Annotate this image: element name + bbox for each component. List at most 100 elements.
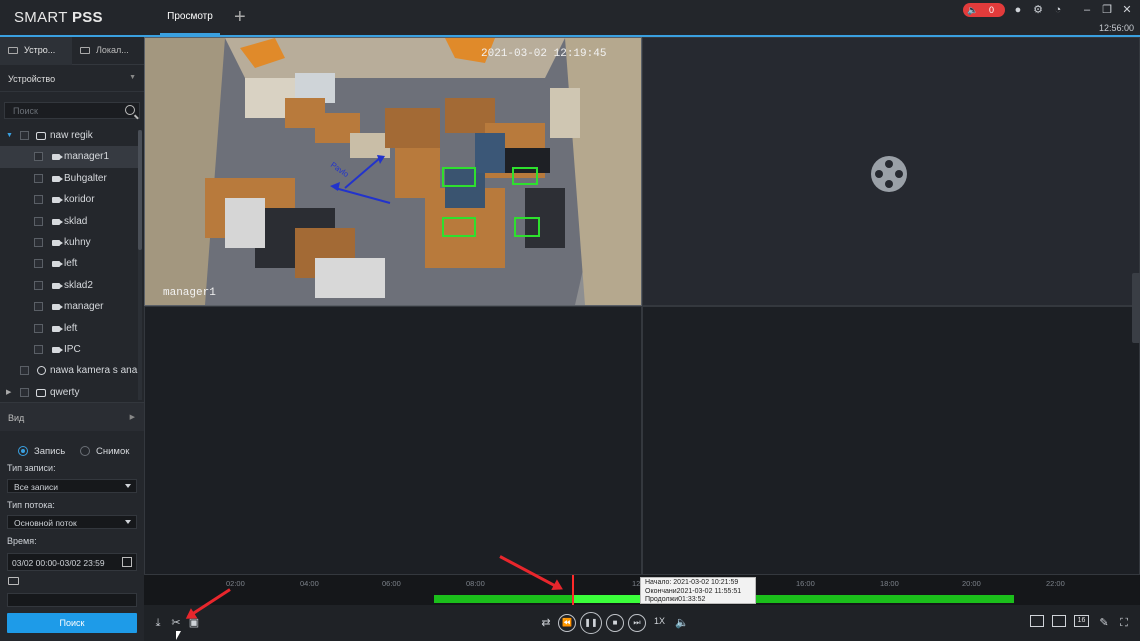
tree-camera-manager[interactable]: manager xyxy=(0,296,138,317)
checkbox[interactable] xyxy=(34,237,43,247)
alarm-badge[interactable]: 🔈 0 xyxy=(963,3,1005,17)
tick-label: 02:00 xyxy=(226,579,245,588)
close-icon[interactable]: ✕ xyxy=(1121,4,1133,16)
playback-timeline[interactable]: 02:00 04:00 06:00 08:00 12: 16:00 18:00 … xyxy=(144,575,1140,605)
tab-local[interactable]: Локал... xyxy=(72,37,144,65)
record-type-label: Тип записи: xyxy=(7,463,56,473)
video-grid: Pavlo 2021-03-02 12:19:45 manager1 xyxy=(144,37,1140,575)
recording-segment[interactable] xyxy=(756,595,1014,603)
tree-camera-left-2[interactable]: left xyxy=(0,318,138,339)
mouse-cursor xyxy=(176,631,181,640)
scissors-icon[interactable]: ✂ xyxy=(166,613,186,633)
rewind-button[interactable]: ⏪ xyxy=(558,614,576,632)
split-16-icon[interactable]: 16 xyxy=(1074,615,1089,627)
video-cell-4[interactable] xyxy=(642,306,1140,575)
camera-icon xyxy=(52,282,63,289)
record-type-select[interactable]: Все записи xyxy=(7,479,137,493)
extra-field[interactable] xyxy=(7,593,137,607)
chevron-down-icon: ▼ xyxy=(129,74,136,81)
radio-dot xyxy=(18,446,28,456)
chevron-down-icon xyxy=(125,484,131,488)
video-cell-3[interactable] xyxy=(144,306,642,575)
download-icon[interactable]: ⤓ xyxy=(148,613,168,633)
tree-scrollbar[interactable] xyxy=(138,130,142,400)
device-header[interactable]: Устройство ▼ xyxy=(0,65,144,92)
camera-icon xyxy=(52,325,63,332)
collapse-icon[interactable]: ▶ xyxy=(6,382,11,397)
checkbox[interactable] xyxy=(34,344,43,354)
checkbox[interactable] xyxy=(34,173,43,183)
checkbox[interactable] xyxy=(34,259,43,269)
calendar-icon[interactable] xyxy=(122,557,132,567)
storage-icon[interactable] xyxy=(8,577,19,585)
radio-record[interactable]: Запись xyxy=(18,446,65,457)
edit-icon[interactable]: ✎ xyxy=(1094,613,1114,633)
volume-icon[interactable]: 🔈 xyxy=(672,613,692,633)
pause-button[interactable]: ❚❚ xyxy=(580,612,602,634)
tree-device-qwerty[interactable]: ▶ qwerty xyxy=(0,382,138,397)
tree-camera-buhgalter[interactable]: Buhgalter xyxy=(0,168,138,189)
recording-segment-highlight[interactable] xyxy=(574,595,640,603)
segment-tooltip: Начало: 2021-03-02 10:21:59 Окончани2021… xyxy=(640,577,756,604)
checkbox[interactable] xyxy=(34,323,43,333)
stop-button[interactable]: ■ xyxy=(606,614,624,632)
tree-camera-ipc[interactable]: IPC xyxy=(0,339,138,360)
checkbox[interactable] xyxy=(20,131,29,140)
tick-label: 22:00 xyxy=(1046,579,1065,588)
sync-icon[interactable]: ⇄ xyxy=(536,613,556,633)
device-tree: ▼ naw regik manager1 Buhgalter koridor s… xyxy=(0,125,138,397)
tab-devices[interactable]: Устро... xyxy=(0,37,72,65)
expand-icon[interactable]: ▼ xyxy=(6,125,13,146)
video-cell-1[interactable]: Pavlo 2021-03-02 12:19:45 manager1 xyxy=(144,37,642,306)
tree-camera-koridor[interactable]: koridor xyxy=(0,189,138,210)
search-button[interactable]: Поиск xyxy=(7,613,137,633)
tree-camera-sklad[interactable]: sklad xyxy=(0,211,138,232)
checkbox[interactable] xyxy=(34,280,43,290)
restore-icon[interactable]: ❐ xyxy=(1101,4,1113,16)
tab-live-view[interactable]: Просмотр xyxy=(160,0,220,35)
checkbox[interactable] xyxy=(34,195,43,205)
tree-camera-manager1[interactable]: manager1 xyxy=(0,146,138,168)
camera-icon xyxy=(52,218,63,225)
checkbox[interactable] xyxy=(34,216,43,226)
tree-camera-kuhny[interactable]: kuhny xyxy=(0,232,138,253)
camera-icon xyxy=(52,261,63,268)
tick-label: 20:00 xyxy=(962,579,981,588)
radio-snapshot[interactable]: Снимок xyxy=(80,446,129,457)
split-4-icon[interactable] xyxy=(1030,615,1044,627)
tree-camera-left[interactable]: left xyxy=(0,253,138,274)
fullscreen-icon[interactable]: ⛶ xyxy=(1114,613,1134,633)
checkbox[interactable] xyxy=(20,387,29,397)
chevron-down-icon xyxy=(125,520,131,524)
recording-segment[interactable] xyxy=(434,595,574,603)
search-input[interactable]: Поиск xyxy=(4,102,140,119)
split-9-icon[interactable] xyxy=(1052,615,1066,627)
minimize-icon[interactable]: – xyxy=(1081,4,1093,16)
tick-label: 16:00 xyxy=(796,579,815,588)
timestamp-overlay: 2021-03-02 12:19:45 xyxy=(481,48,607,60)
dvr-icon xyxy=(36,132,46,140)
time-range-field[interactable]: 03/02 00:00-03/02 23:59 xyxy=(7,553,137,571)
search-icon[interactable] xyxy=(125,105,135,115)
tree-camera-sklad2[interactable]: sklad2 xyxy=(0,275,138,296)
stream-type-select[interactable]: Основной поток xyxy=(7,515,137,529)
video-cell-2[interactable] xyxy=(642,37,1140,306)
speaker-icon: 🔈 xyxy=(967,5,979,15)
user-icon[interactable]: ● xyxy=(1012,4,1024,16)
tree-device-naw-regik[interactable]: ▼ naw regik xyxy=(0,125,138,146)
side-panel-handle[interactable] xyxy=(1132,273,1140,343)
checkbox[interactable] xyxy=(34,152,43,162)
add-tab-button[interactable]: + xyxy=(234,7,246,27)
timeline-cursor[interactable] xyxy=(572,575,574,605)
gauge-icon[interactable]: ◔ xyxy=(1052,4,1064,16)
next-frame-button[interactable]: ⏭ xyxy=(628,614,646,632)
gear-icon[interactable]: ⚙ xyxy=(1032,4,1044,16)
view-header[interactable]: Вид ▶ xyxy=(0,402,144,431)
alarm-count: 0 xyxy=(988,5,994,15)
checkbox[interactable] xyxy=(20,366,29,376)
tick-label: 08:00 xyxy=(466,579,485,588)
tree-device-nawa-kamera[interactable]: nawa kamera s ana xyxy=(0,360,138,381)
tick-label: 18:00 xyxy=(880,579,899,588)
speed-indicator[interactable]: 1X xyxy=(654,616,665,626)
checkbox[interactable] xyxy=(34,302,43,312)
